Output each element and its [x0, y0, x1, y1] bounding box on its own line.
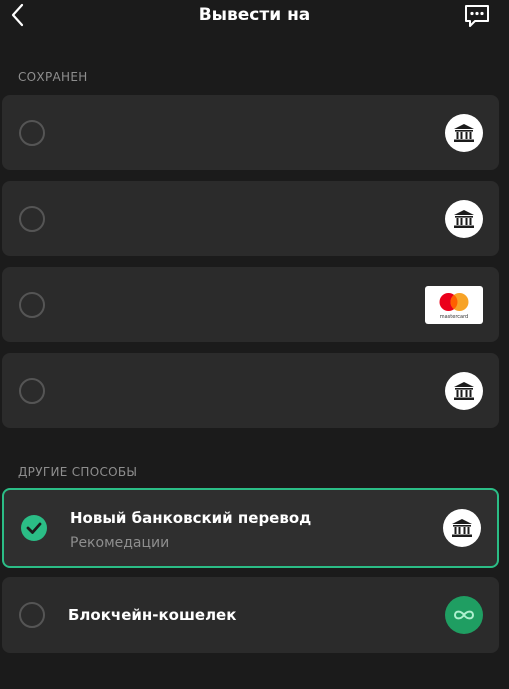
bank-icon: [445, 199, 483, 238]
chat-button[interactable]: [463, 3, 491, 29]
blockchain-wallet-option[interactable]: Блокчейн-кошелек: [2, 577, 499, 653]
radio-button[interactable]: [19, 291, 45, 318]
radio-button[interactable]: [19, 119, 45, 146]
radio-button[interactable]: [19, 377, 45, 404]
saved-method-card[interactable]: [2, 353, 499, 428]
section-label-saved: СОХРАНЕН: [18, 70, 88, 84]
saved-method-card[interactable]: [2, 95, 499, 170]
bank-icon: [445, 371, 483, 410]
bank-icon: [443, 509, 481, 547]
radio-button-checked[interactable]: [21, 515, 47, 541]
saved-method-card[interactable]: mastercard: [2, 267, 499, 342]
saved-method-card[interactable]: [2, 181, 499, 256]
withdraw-screen: Вывести на СОХРАНЕН mastercard ДРУГИЕ СП…: [0, 0, 509, 689]
new-bank-transfer-option[interactable]: Новый банковский перевод Рекомедации: [2, 488, 499, 568]
chat-bubble-icon: [465, 5, 489, 27]
section-label-other: ДРУГИЕ СПОСОБЫ: [18, 465, 138, 479]
mastercard-logo: mastercard: [425, 285, 483, 324]
option-subtitle: Рекомедации: [70, 535, 170, 551]
bank-icon: [445, 113, 483, 152]
page-title: Вывести на: [198, 5, 311, 25]
radio-button[interactable]: [19, 205, 45, 232]
option-title: Блокчейн-кошелек: [68, 606, 237, 624]
mastercard-caption: mastercard: [439, 313, 469, 320]
radio-button[interactable]: [19, 602, 45, 628]
option-title: Новый банковский перевод: [70, 509, 312, 527]
checkmark-icon: [26, 522, 42, 534]
infinity-icon: [445, 596, 483, 634]
header: Вывести на: [0, 0, 509, 36]
